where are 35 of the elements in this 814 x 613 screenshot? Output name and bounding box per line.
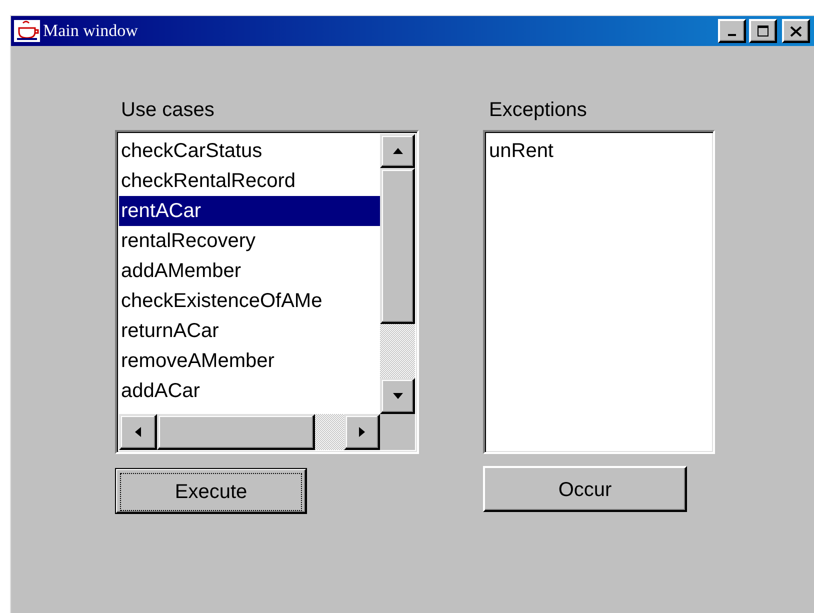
scrollbar-thumb[interactable] — [380, 168, 415, 324]
list-item[interactable]: checkRentalRecord — [119, 166, 380, 196]
list-item[interactable]: unRent — [487, 136, 711, 166]
scroll-right-button[interactable] — [344, 414, 380, 450]
list-item[interactable]: addAMember — [119, 256, 380, 286]
list-label: Use cases — [121, 98, 216, 122]
list-label: Exceptions — [489, 98, 588, 122]
up-arrow-icon — [392, 148, 402, 154]
left-arrow-icon — [135, 427, 141, 437]
scroll-down-button[interactable] — [380, 378, 415, 414]
list-item[interactable]: rentACar — [119, 196, 380, 226]
list-item[interactable]: rentalRecovery — [119, 226, 380, 256]
window-title: Main window — [43, 21, 139, 41]
execute-button[interactable]: Execute — [115, 468, 307, 514]
scrollbar-corner — [380, 414, 415, 450]
scroll-left-button[interactable] — [119, 414, 157, 450]
minimize-icon — [728, 34, 736, 36]
close-icon — [790, 26, 802, 36]
app-icon — [14, 20, 40, 42]
maximize-button[interactable] — [749, 19, 777, 43]
close-button[interactable] — [782, 19, 810, 43]
right-arrow-icon — [359, 427, 365, 437]
scroll-up-button[interactable] — [380, 134, 415, 168]
occur-button[interactable]: Occur — [483, 466, 687, 512]
down-arrow-icon — [392, 393, 402, 399]
minimize-button[interactable] — [718, 19, 746, 43]
maximize-icon — [757, 25, 769, 37]
list-item[interactable]: checkExistenceOfAMe — [119, 286, 380, 316]
vertical-scrollbar[interactable] — [380, 134, 415, 414]
scrollbar-thumb[interactable] — [157, 414, 315, 450]
list-item[interactable]: removeAMember — [119, 346, 380, 376]
list-item[interactable]: returnACar — [119, 316, 380, 346]
list-item[interactable]: checkCarStatus — [119, 136, 380, 166]
list-item[interactable]: addACar — [119, 376, 380, 406]
horizontal-scrollbar[interactable] — [119, 414, 380, 450]
